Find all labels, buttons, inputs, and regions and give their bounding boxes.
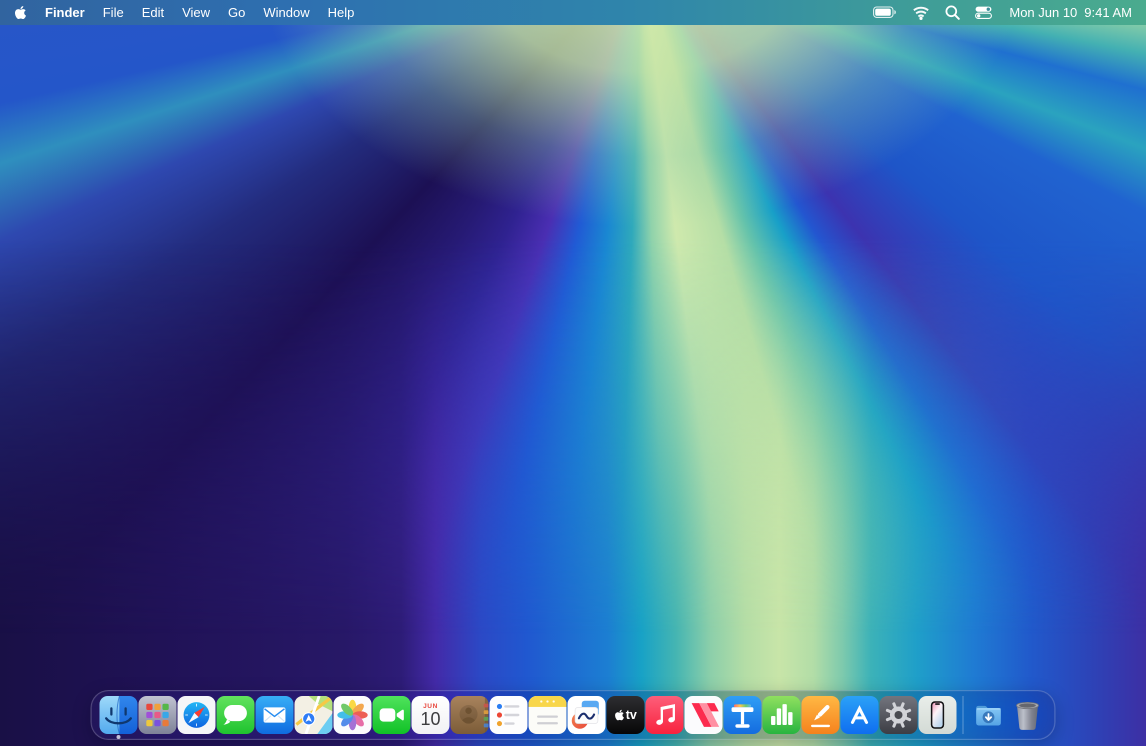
iphone-mirroring-icon	[919, 696, 957, 734]
control-center[interactable]	[975, 6, 992, 19]
appstore-icon	[841, 696, 879, 734]
dock-item-trash[interactable]	[1009, 696, 1047, 734]
mail-icon	[256, 696, 294, 734]
messages-icon	[217, 696, 255, 734]
numbers-icon	[763, 696, 801, 734]
launchpad-icon	[139, 696, 177, 734]
dock-item-mail[interactable]	[256, 696, 294, 734]
running-indicator	[117, 735, 121, 739]
clock-date: Mon Jun 10	[1009, 5, 1077, 20]
dock-item-pages[interactable]	[802, 696, 840, 734]
wallpaper-top-glow	[0, 0, 1146, 746]
menu-finder[interactable]: Finder	[45, 5, 85, 20]
menu-bar: Finder File Edit View Go Window Help	[0, 0, 1146, 25]
menu-view[interactable]: View	[182, 5, 210, 20]
menu-bar-left: Finder File Edit View Go Window Help	[14, 5, 354, 20]
dock-item-news[interactable]	[685, 696, 723, 734]
menu-file[interactable]: File	[103, 5, 124, 20]
downloads-folder-icon	[970, 696, 1008, 734]
dock-item-keynote[interactable]	[724, 696, 762, 734]
dock-item-photos[interactable]	[334, 696, 372, 734]
dock-item-system-settings[interactable]	[880, 696, 918, 734]
apple-logo-icon	[14, 5, 27, 20]
menu-bar-status: Mon Jun 10 9:41 AM	[873, 5, 1132, 20]
battery-icon	[873, 6, 897, 19]
menu-help[interactable]: Help	[328, 5, 355, 20]
dock-item-contacts[interactable]	[451, 696, 489, 734]
dock-item-iphone-mirroring[interactable]	[919, 696, 957, 734]
dock-item-safari[interactable]	[178, 696, 216, 734]
dock-item-numbers[interactable]	[763, 696, 801, 734]
photos-icon	[334, 696, 372, 734]
dock-item-appstore[interactable]	[841, 696, 879, 734]
apple-glyph-icon	[614, 709, 624, 721]
dock-item-freeform[interactable]	[568, 696, 606, 734]
trash-icon	[1009, 696, 1047, 734]
battery-status[interactable]	[873, 6, 897, 19]
calendar-icon: JUN 10	[412, 696, 450, 734]
facetime-icon	[373, 696, 411, 734]
safari-icon	[178, 696, 216, 734]
wifi-status[interactable]	[912, 6, 930, 20]
dock: JUN 10	[91, 690, 1056, 740]
clock-time: 9:41 AM	[1084, 5, 1132, 20]
menu-window[interactable]: Window	[263, 5, 309, 20]
dock-item-downloads[interactable]	[970, 696, 1008, 734]
news-icon	[685, 696, 723, 734]
appletv-label: tv	[626, 709, 637, 722]
desktop: Finder File Edit View Go Window Help	[0, 0, 1146, 746]
dock-item-reminders[interactable]	[490, 696, 528, 734]
dock-item-appletv[interactable]: tv	[607, 696, 645, 734]
calendar-day-label: 10	[420, 710, 440, 729]
dock-item-maps[interactable]	[295, 696, 333, 734]
reminders-icon	[490, 696, 528, 734]
spotlight-search[interactable]	[945, 5, 960, 20]
maps-icon	[295, 696, 333, 734]
menu-bar-clock[interactable]: Mon Jun 10 9:41 AM	[1009, 5, 1132, 20]
appletv-icon: tv	[607, 696, 645, 734]
freeform-icon	[568, 696, 606, 734]
desktop-wallpaper	[0, 0, 1146, 746]
apple-menu[interactable]	[14, 5, 27, 20]
search-icon	[945, 5, 960, 20]
pages-icon	[802, 696, 840, 734]
dock-item-notes[interactable]	[529, 696, 567, 734]
keynote-icon	[724, 696, 762, 734]
dock-item-messages[interactable]	[217, 696, 255, 734]
dock-item-launchpad[interactable]	[139, 696, 177, 734]
dock-divider	[963, 696, 964, 734]
contacts-icon	[451, 696, 489, 734]
music-icon	[646, 696, 684, 734]
dock-item-facetime[interactable]	[373, 696, 411, 734]
notes-icon	[529, 696, 567, 734]
system-settings-icon	[880, 696, 918, 734]
dock-item-music[interactable]	[646, 696, 684, 734]
finder-icon	[100, 696, 138, 734]
dock-item-calendar[interactable]: JUN 10	[412, 696, 450, 734]
menu-go[interactable]: Go	[228, 5, 245, 20]
dock-item-finder[interactable]	[100, 696, 138, 734]
wifi-icon	[912, 6, 930, 20]
menu-edit[interactable]: Edit	[142, 5, 164, 20]
control-center-icon	[975, 6, 992, 19]
